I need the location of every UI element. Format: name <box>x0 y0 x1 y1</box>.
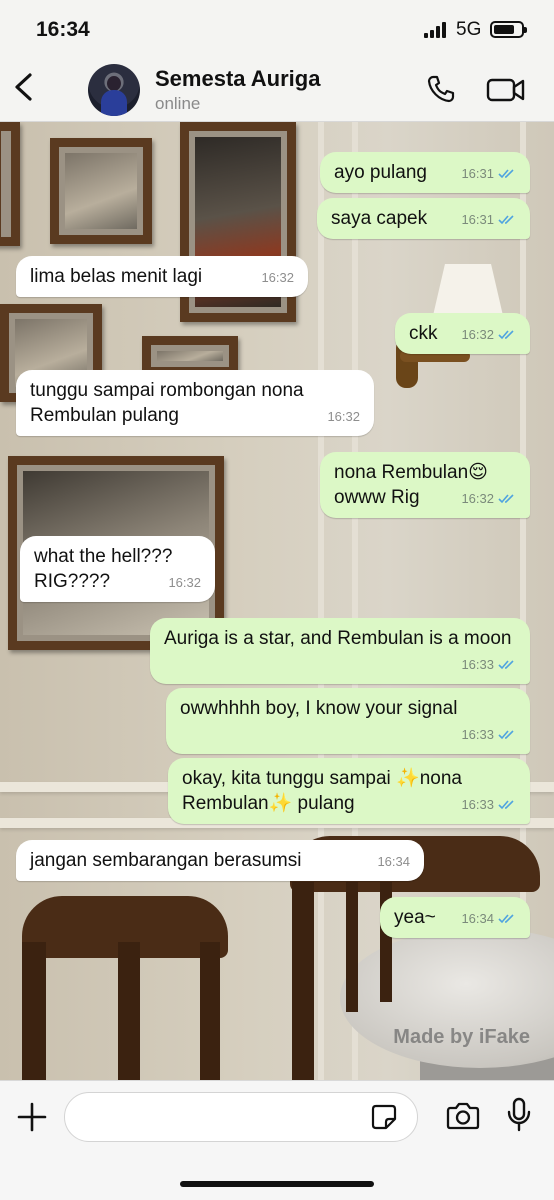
message-text: jangan sembarangan berasumsi <box>30 850 302 871</box>
network-label: 5G <box>456 19 482 40</box>
message-incoming[interactable]: jangan sembarangan berasumsi 16:34 <box>16 840 424 881</box>
sticker-icon[interactable] <box>371 1104 397 1130</box>
message-time: 16:34 <box>377 854 410 869</box>
message-text: tunggu sampai rombongan nona Rembulan pu… <box>30 380 304 426</box>
message-text: lima belas menit lagi <box>30 266 203 287</box>
message-time: 16:32 <box>261 270 294 285</box>
camera-icon[interactable] <box>446 1101 480 1131</box>
battery-icon <box>490 21 527 38</box>
message-time: 16:31 <box>461 212 494 227</box>
read-ticks-icon <box>498 215 514 225</box>
microphone-icon[interactable] <box>506 1097 532 1133</box>
message-incoming[interactable]: what the hell??? RIG???? 16:32 <box>20 536 215 602</box>
read-ticks-icon <box>498 730 514 740</box>
message-time: 16:33 <box>461 727 494 742</box>
message-composer <box>0 1080 554 1200</box>
watermark: Made by iFake <box>393 1026 530 1048</box>
read-ticks-icon <box>498 330 514 340</box>
message-outgoing[interactable]: ayo pulang 16:31 <box>320 152 530 193</box>
message-time: 16:34 <box>461 911 494 926</box>
message-outgoing[interactable]: ckk 16:32 <box>395 313 530 354</box>
message-time: 16:32 <box>327 409 360 424</box>
chat-header: 16:34 5G Semesta Auriga online <box>0 0 554 122</box>
home-indicator[interactable] <box>180 1181 374 1187</box>
message-time: 16:32 <box>461 491 494 506</box>
message-text: owwhhhh boy, I know your signal <box>180 698 458 719</box>
message-incoming[interactable]: tunggu sampai rombongan nona Rembulan pu… <box>16 370 374 436</box>
message-time: 16:32 <box>168 575 201 590</box>
message-outgoing[interactable]: yea~ 16:34 <box>380 897 530 938</box>
contact-name[interactable]: Semesta Auriga <box>155 66 320 92</box>
signal-icon <box>424 22 450 38</box>
message-input[interactable] <box>64 1092 418 1142</box>
message-outgoing[interactable]: Auriga is a star, and Rembulan is a moon… <box>150 618 530 684</box>
message-time: 16:33 <box>461 657 494 672</box>
message-outgoing[interactable]: nona Rembulan😌 owww Rig 16:32 <box>320 452 530 518</box>
message-outgoing[interactable]: saya capek 16:31 <box>317 198 530 239</box>
contact-status: online <box>155 94 201 113</box>
avatar[interactable] <box>88 64 140 116</box>
read-ticks-icon <box>498 914 514 924</box>
read-ticks-icon <box>498 169 514 179</box>
message-time: 16:33 <box>461 797 494 812</box>
read-ticks-icon <box>498 800 514 810</box>
phone-call-icon[interactable] <box>426 74 456 104</box>
message-outgoing[interactable]: owwhhhh boy, I know your signal 16:33 <box>166 688 530 754</box>
message-time: 16:32 <box>461 327 494 342</box>
back-chevron-icon[interactable] <box>12 72 38 102</box>
status-time: 16:34 <box>36 18 90 41</box>
read-ticks-icon <box>498 660 514 670</box>
message-time: 16:31 <box>461 166 494 181</box>
read-ticks-icon <box>498 494 514 504</box>
status-bar: 16:34 5G <box>0 14 554 46</box>
message-outgoing[interactable]: okay, kita tunggu sampai ✨nona Rembulan✨… <box>168 758 530 824</box>
plus-icon[interactable] <box>16 1101 48 1133</box>
message-incoming[interactable]: lima belas menit lagi 16:32 <box>16 256 308 297</box>
video-call-icon[interactable] <box>486 76 526 104</box>
message-text: Auriga is a star, and Rembulan is a moon <box>164 628 512 649</box>
